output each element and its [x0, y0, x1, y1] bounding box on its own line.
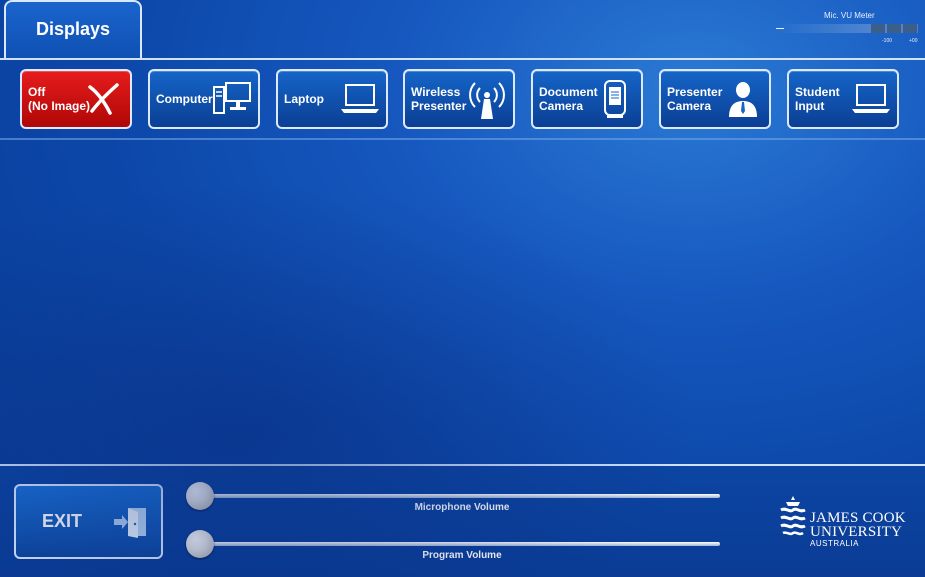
touch-panel-screen: Displays Mic. VU Meter -100 +00 Off (No … — [0, 0, 925, 577]
tab-displays-label: Displays — [35, 18, 111, 39]
source-laptop-label: Laptop — [284, 92, 324, 106]
source-off-button[interactable]: Off (No Image) — [20, 69, 132, 129]
laptop-icon — [852, 84, 890, 113]
vu-meter-segment — [887, 24, 901, 33]
source-presenter-camera-label: Presenter Camera — [667, 85, 723, 113]
header-divider — [0, 58, 925, 60]
program-volume-label: Program Volume — [422, 550, 502, 561]
vu-meter-max-label: +00 — [909, 38, 918, 44]
source-document-camera-button[interactable]: Document Camera — [531, 69, 643, 129]
tab-displays[interactable]: Displays — [4, 0, 142, 60]
presenter-person-icon — [729, 82, 757, 117]
vu-meter-segment — [871, 24, 885, 33]
content-top-divider — [0, 138, 925, 140]
james-cook-university-logo: JAMES COOK UNIVERSITY AUSTRALIA — [778, 494, 918, 554]
laptop-icon — [341, 84, 379, 113]
source-presenter-camera-button[interactable]: Presenter Camera — [659, 69, 771, 129]
microphone-volume-label: Microphone Volume — [414, 502, 510, 513]
microphone-volume-track[interactable] — [200, 494, 720, 498]
microphone-volume-knob[interactable] — [186, 482, 214, 510]
vu-meter-min-label: -100 — [882, 38, 893, 44]
document-camera-icon — [604, 80, 626, 118]
x-icon — [88, 83, 119, 115]
vu-meter-title: Mic. VU Meter — [824, 11, 875, 20]
university-crest-icon — [780, 496, 806, 536]
wireless-antenna-icon — [469, 82, 505, 119]
source-computer-label: Computer — [156, 92, 213, 106]
source-laptop-button[interactable]: Laptop — [276, 69, 388, 129]
exit-door-icon — [114, 508, 146, 538]
source-document-camera-label: Document Camera — [539, 85, 598, 113]
program-volume-knob[interactable] — [186, 530, 214, 558]
logo-text-line3: AUSTRALIA — [810, 539, 859, 548]
vu-meter-segment — [903, 24, 917, 33]
source-student-input-label: Student Input — [795, 85, 840, 113]
source-wireless-presenter-button[interactable]: Wireless Presenter — [403, 69, 515, 129]
mic-vu-meter: Mic. VU Meter -100 +00 — [776, 8, 921, 48]
source-off-label: Off (No Image) — [28, 85, 91, 113]
bottom-divider — [0, 464, 925, 466]
program-volume-track[interactable] — [200, 542, 720, 546]
exit-button[interactable]: EXIT — [14, 484, 163, 559]
source-student-input-button[interactable]: Student Input — [787, 69, 899, 129]
desktop-computer-icon — [213, 82, 251, 114]
source-computer-button[interactable]: Computer — [148, 69, 260, 129]
exit-label: EXIT — [42, 511, 83, 531]
source-wireless-presenter-label: Wireless Presenter — [411, 85, 467, 113]
